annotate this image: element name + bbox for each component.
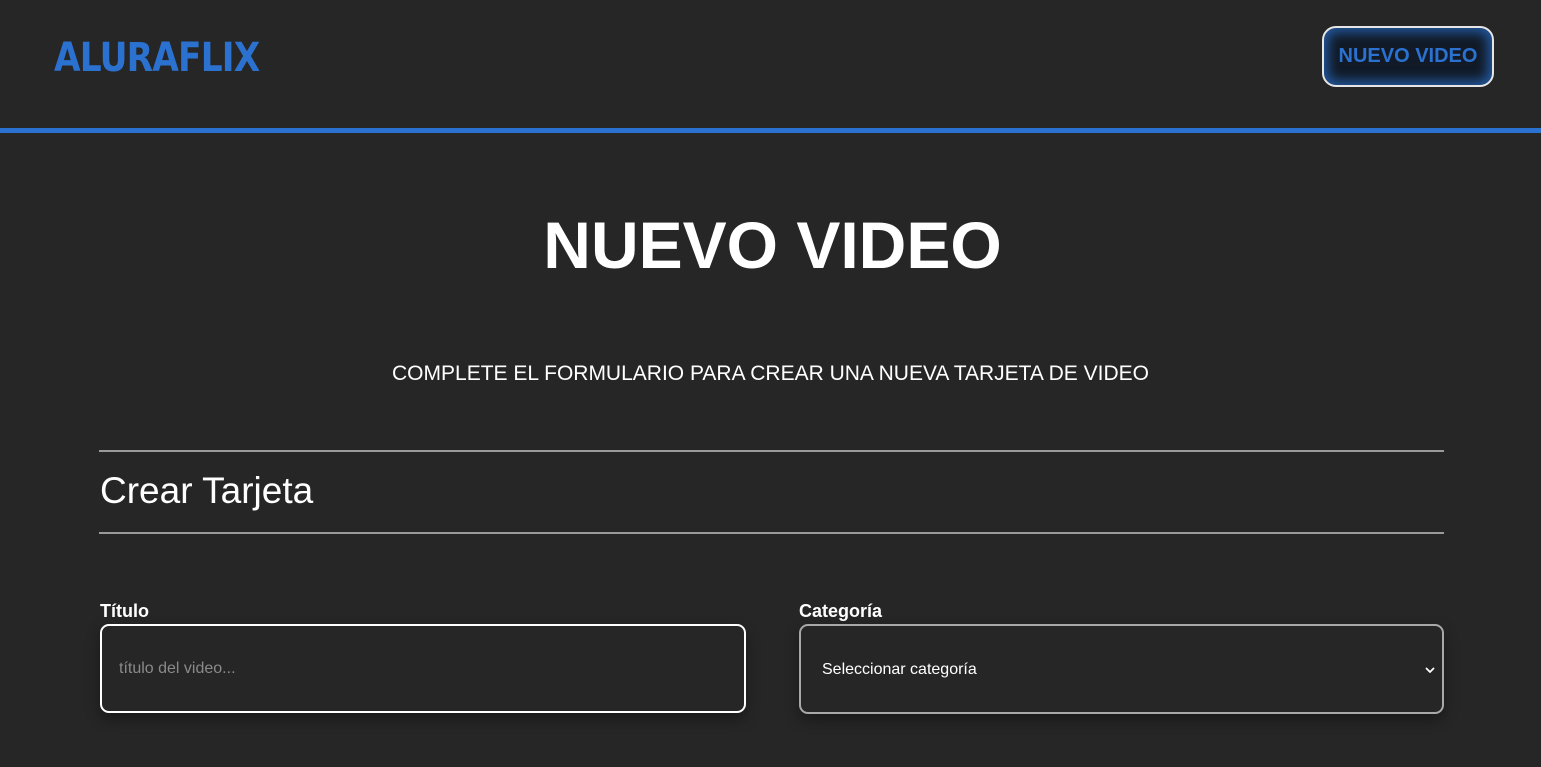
- chevron-down-icon: [1425, 667, 1435, 673]
- page-title: NUEVO VIDEO: [543, 208, 1002, 282]
- site-header: ALURAFLIX NUEVO VIDEO: [0, 0, 1541, 133]
- section-divider-bottom: [99, 532, 1444, 534]
- page-subtitle: COMPLETE EL FORMULARIO PARA CREAR UNA NU…: [392, 362, 1149, 385]
- categoria-selected-value: Seleccionar categoría: [822, 661, 977, 678]
- titulo-input[interactable]: [100, 624, 746, 713]
- nuevo-video-button[interactable]: NUEVO VIDEO: [1322, 26, 1494, 87]
- categoria-label: Categoría: [799, 601, 883, 621]
- titulo-label: Título: [100, 601, 149, 621]
- categoria-select[interactable]: Seleccionar categoría: [799, 624, 1444, 714]
- section-title: Crear Tarjeta: [100, 470, 314, 511]
- section-divider-top: [99, 450, 1444, 452]
- aluraflix-logo[interactable]: ALURAFLIX: [54, 33, 260, 83]
